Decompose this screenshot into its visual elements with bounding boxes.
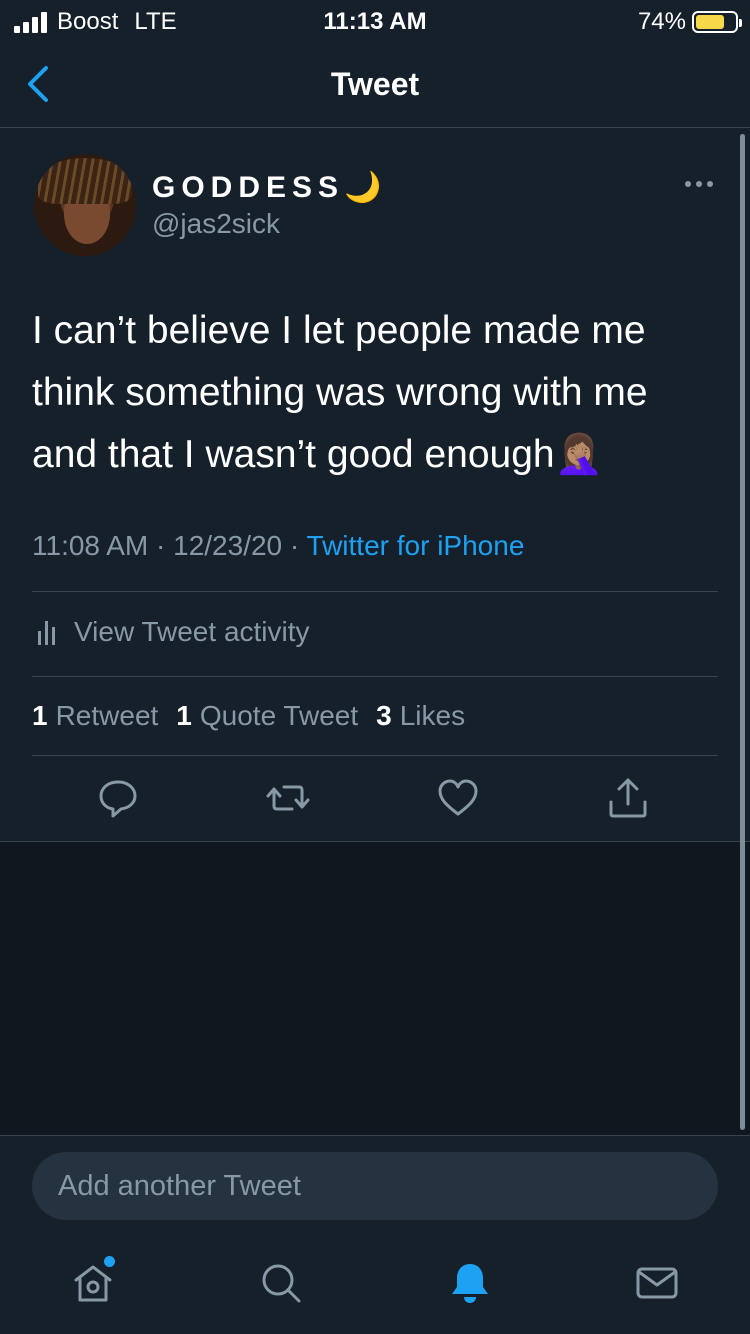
more-options-icon[interactable] xyxy=(684,178,714,190)
tweet-source-link[interactable]: Twitter for iPhone xyxy=(307,530,525,561)
scrollbar[interactable] xyxy=(740,134,745,1130)
battery-fill xyxy=(696,15,725,29)
activity-chart-icon xyxy=(38,621,55,645)
likes-label: Likes xyxy=(399,700,466,731)
tweet-meta: 11:08 AM · 12/23/20 · Twitter for iPhone xyxy=(32,530,524,562)
divider xyxy=(32,755,718,756)
reply-input[interactable] xyxy=(32,1152,718,1220)
divider xyxy=(32,676,718,677)
meta-separator: · xyxy=(289,530,300,561)
display-name[interactable]: GODDESS🌙 xyxy=(152,170,387,205)
like-icon[interactable] xyxy=(436,776,480,820)
retweets-count: 1 xyxy=(32,700,48,731)
likes-stat[interactable]: 3 Likes xyxy=(376,700,465,732)
reply-icon[interactable] xyxy=(96,776,140,820)
tweet-stats: 1 Retweet 1 Quote Tweet 3 Likes xyxy=(32,700,483,732)
reply-compose-box[interactable] xyxy=(32,1152,718,1220)
tweet-time: 11:08 AM xyxy=(32,530,149,561)
quotes-count: 1 xyxy=(176,700,192,731)
divider xyxy=(32,591,718,592)
retweets-stat[interactable]: 1 Retweet xyxy=(32,700,158,732)
tweet-date: 12/23/20 xyxy=(173,530,283,561)
activity-label: View Tweet activity xyxy=(74,616,310,647)
retweets-label: Retweet xyxy=(55,700,159,731)
likes-count: 3 xyxy=(376,700,392,731)
retweet-icon[interactable] xyxy=(266,776,310,820)
battery-icon xyxy=(692,11,742,33)
notifications-icon[interactable] xyxy=(447,1260,493,1306)
share-icon[interactable] xyxy=(606,776,650,820)
messages-icon[interactable] xyxy=(634,1260,680,1306)
quotes-label: Quote Tweet xyxy=(199,700,359,731)
view-activity-button[interactable]: View Tweet activity xyxy=(32,612,310,652)
avatar[interactable] xyxy=(34,154,136,256)
divider xyxy=(0,1135,750,1136)
tab-bar xyxy=(0,1238,750,1334)
avatar-hair xyxy=(38,158,132,204)
nav-bar: Tweet xyxy=(0,42,750,128)
user-handle[interactable]: @jas2sick xyxy=(152,208,280,240)
page-title: Tweet xyxy=(330,66,420,102)
battery-percent: 74% xyxy=(637,8,686,35)
battery-nub xyxy=(739,19,742,27)
search-icon[interactable] xyxy=(258,1260,304,1306)
home-notification-dot xyxy=(104,1256,115,1267)
status-bar: Boost LTE 11:13 AM 74% xyxy=(0,0,750,42)
tweet-text: I can’t believe I let people made me thi… xyxy=(32,309,648,476)
meta-separator: · xyxy=(156,530,166,561)
status-right: 74% xyxy=(637,8,742,36)
empty-replies-area xyxy=(0,842,750,1135)
quote-tweets-stat[interactable]: 1 Quote Tweet xyxy=(176,700,358,732)
tweet-actions xyxy=(0,776,750,824)
